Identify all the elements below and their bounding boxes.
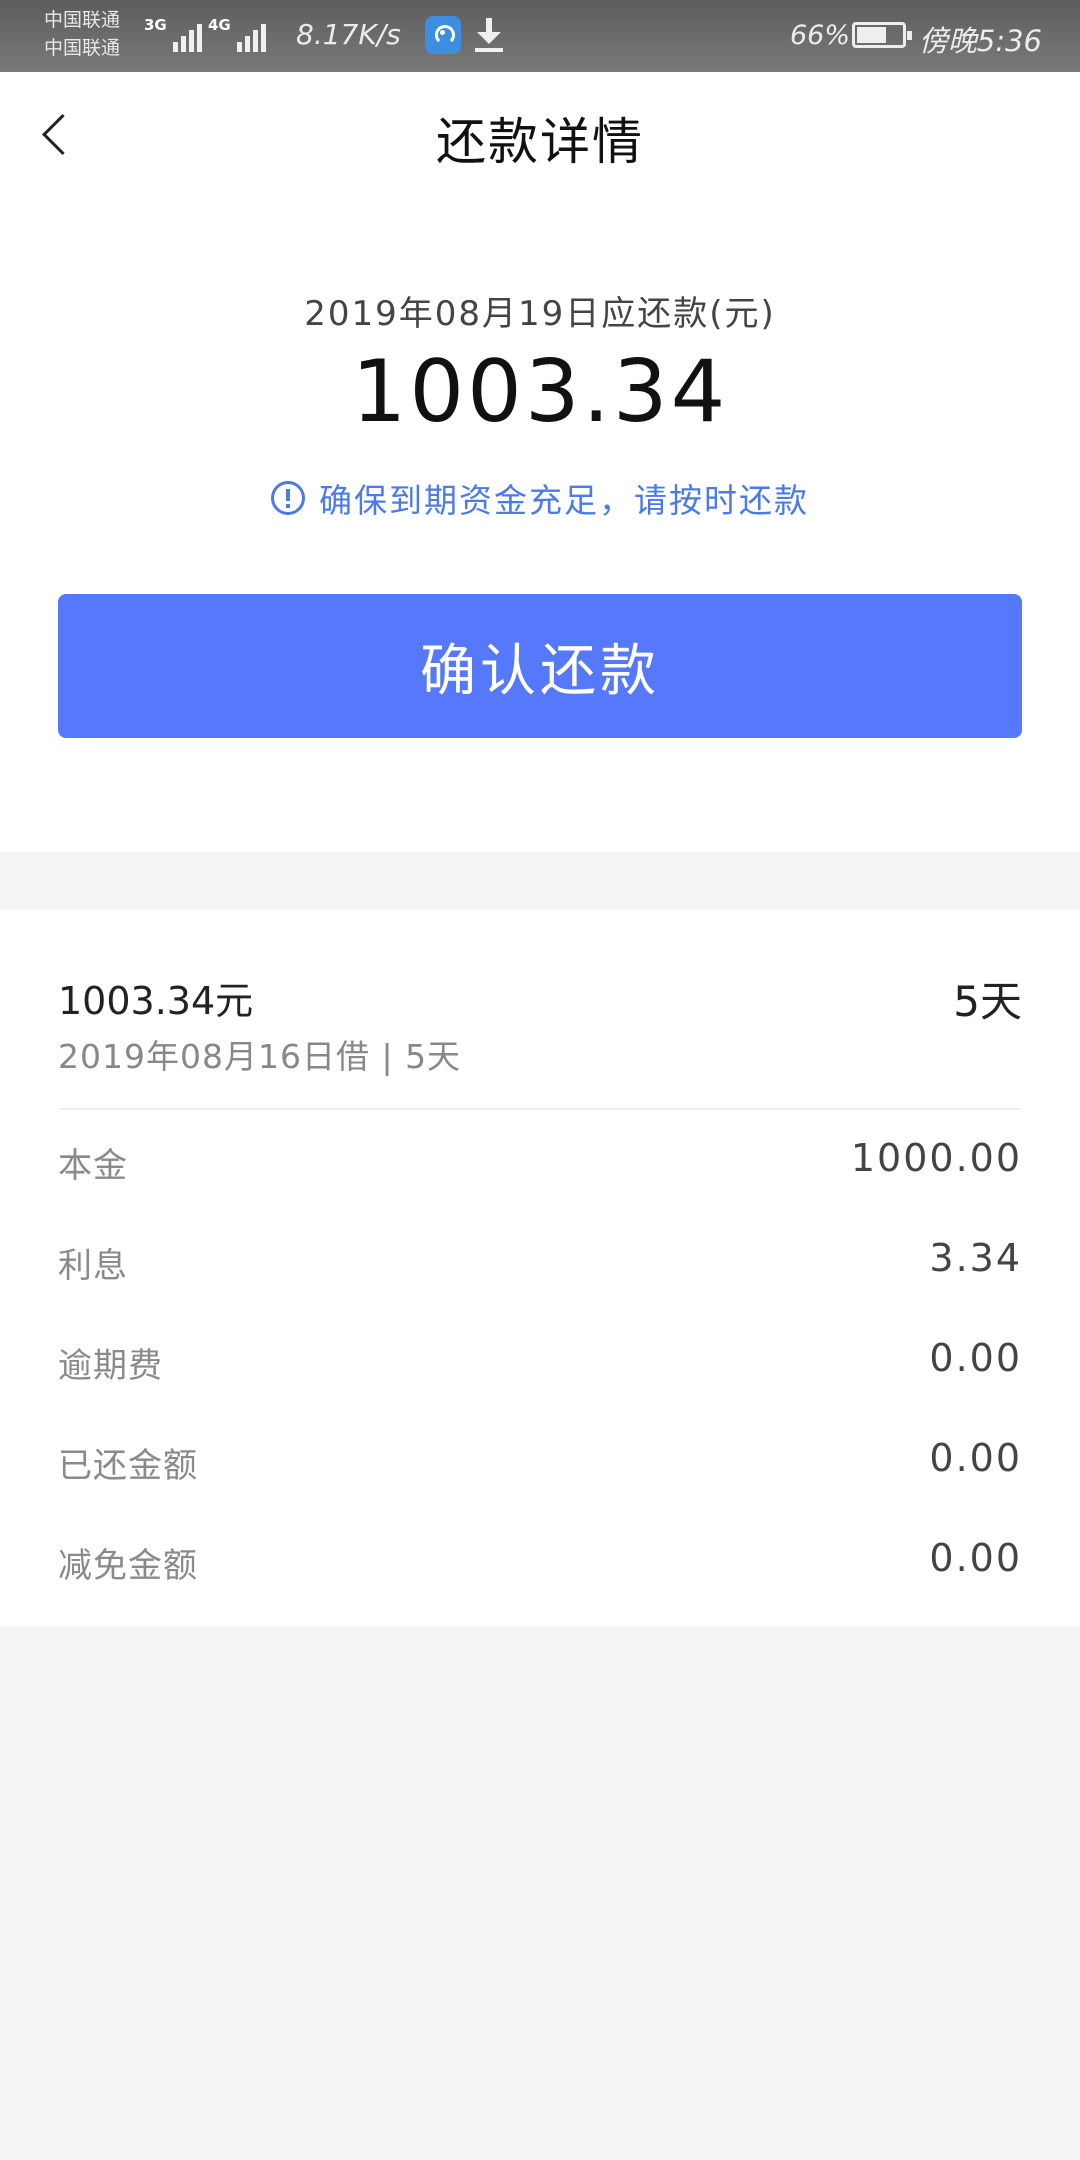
detail-row-interest: 利息 3.34 [58, 1210, 1022, 1310]
detail-row-principal: 本金 1000.00 [58, 1110, 1022, 1210]
loan-detail-card: 1003.34元 5天 2019年08月16日借 | 5天 本金 1000.00… [0, 910, 1080, 1626]
detail-label: 本金 [58, 1146, 128, 1186]
detail-value: 0.00 [929, 1536, 1022, 1580]
status-bar: 中国联通 中国联通 3G 4G 8.17K/s 66% 傍晚5:36 [0, 0, 1080, 72]
loan-amount: 1003.34元 [58, 979, 254, 1023]
carrier-labels: 中国联通 中国联通 [44, 6, 120, 62]
detail-label: 逾期费 [58, 1346, 163, 1386]
detail-label: 利息 [58, 1246, 128, 1286]
loan-date-term: 2019年08月16日借 | 5天 [58, 1037, 462, 1076]
due-amount: 1003.34 [351, 342, 729, 442]
battery-icon [852, 22, 912, 48]
info-icon [271, 481, 305, 515]
battery-percent: 66% [790, 20, 851, 51]
top-nav: 还款详情 [0, 72, 1080, 194]
loan-summary: 1003.34元 5天 2019年08月16日借 | 5天 [58, 910, 1022, 1110]
carrier-2: 中国联通 [44, 37, 121, 59]
detail-value: 0.00 [929, 1436, 1022, 1480]
confirm-repayment-button[interactable]: 确认还款 [58, 594, 1022, 738]
clock: 傍晚5:36 [918, 24, 1042, 58]
detail-label: 减免金额 [58, 1546, 198, 1586]
repayment-summary-card: 2019年08月19日应还款(元) 1003.34 确保到期资金充足，请按时还款… [0, 194, 1080, 852]
detail-value: 3.34 [929, 1236, 1022, 1280]
network-type-1: 3G [144, 16, 167, 34]
wifi-app-icon [425, 16, 461, 54]
detail-value: 0.00 [929, 1336, 1022, 1380]
signal-3g-icon: 3G [144, 16, 202, 52]
page-title: 还款详情 [436, 113, 644, 171]
fee-breakdown-list: 本金 1000.00 利息 3.34 逾期费 0.00 已还金额 0.00 减免… [58, 1110, 1022, 1610]
detail-row-waived-amount: 减免金额 0.00 [58, 1510, 1022, 1610]
detail-label: 已还金额 [58, 1446, 198, 1486]
signal-4g-icon: 4G [208, 16, 266, 52]
network-type-2: 4G [208, 16, 231, 34]
download-icon [472, 16, 506, 54]
loan-days: 5天 [953, 977, 1022, 1026]
reminder-notice: 确保到期资金充足，请按时还款 [0, 474, 1080, 522]
detail-row-repaid-amount: 已还金额 0.00 [58, 1410, 1022, 1510]
detail-value: 1000.00 [850, 1136, 1022, 1180]
due-date-label: 2019年08月19日应还款(元) [304, 294, 776, 334]
reminder-text: 确保到期资金充足，请按时还款 [319, 481, 809, 520]
carrier-1: 中国联通 [44, 9, 121, 31]
detail-row-overdue-fee: 逾期费 0.00 [58, 1310, 1022, 1410]
network-speed: 8.17K/s [296, 18, 401, 51]
